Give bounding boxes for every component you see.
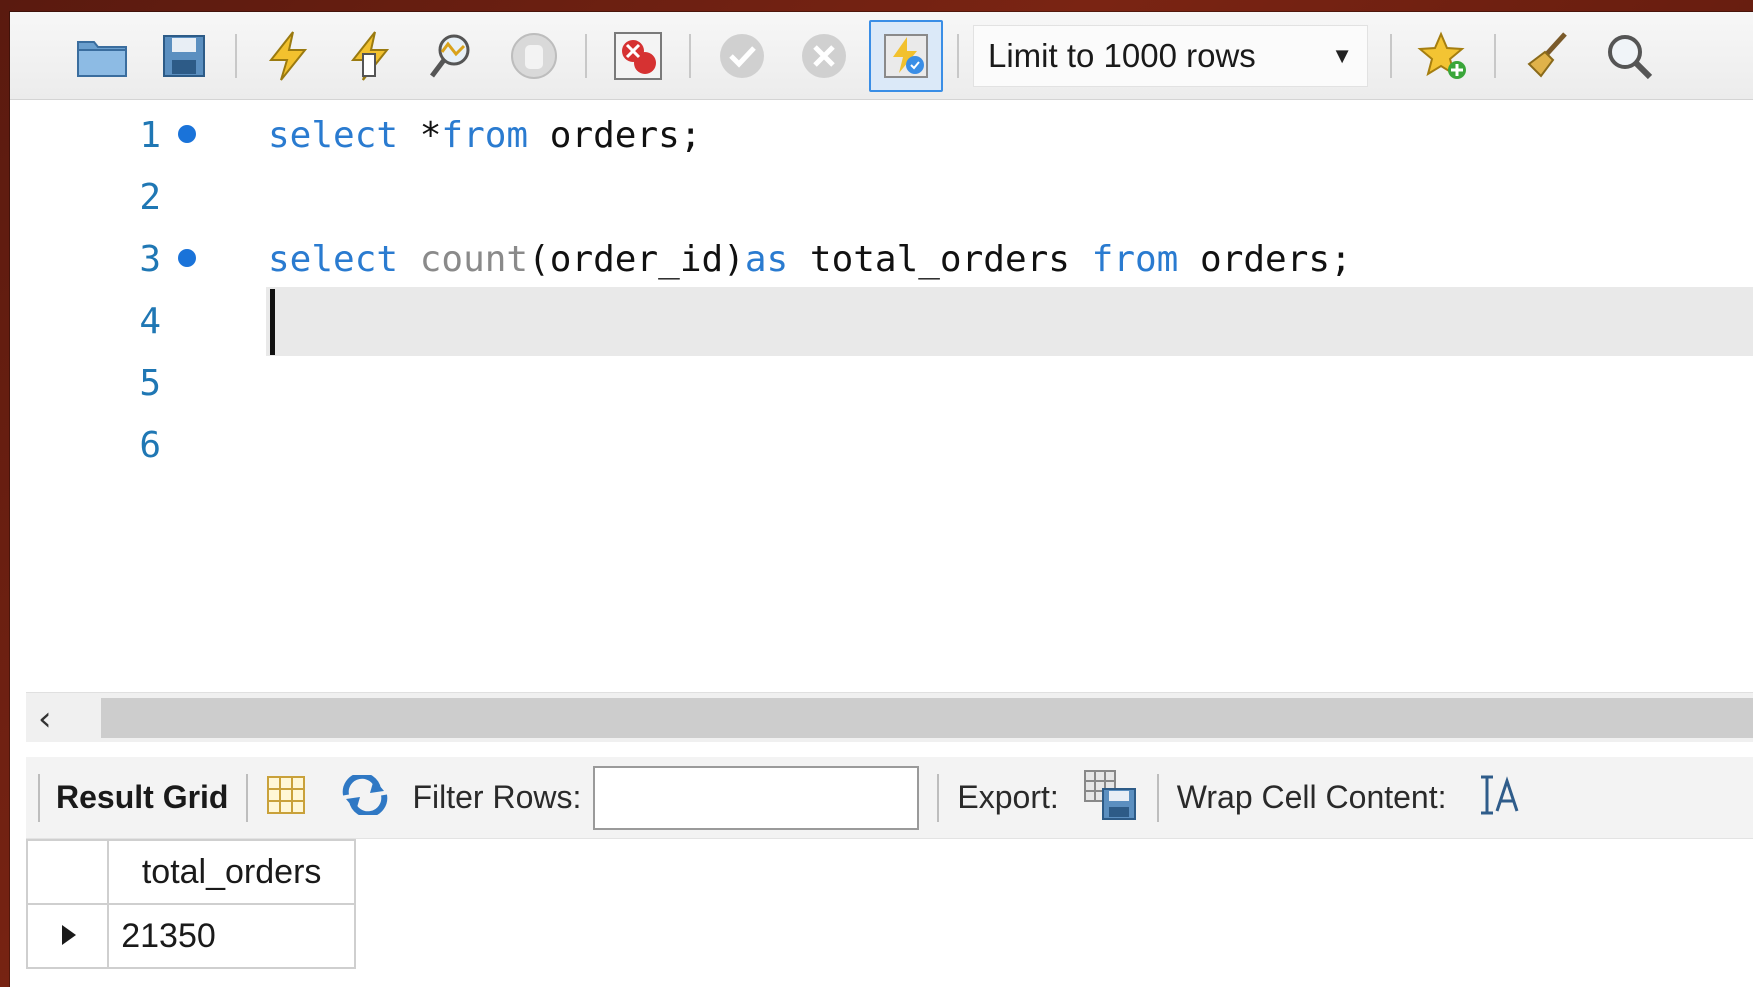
- column-header-total-orders[interactable]: total_orders: [107, 839, 356, 905]
- toolbar-separator: [937, 773, 940, 822]
- code-token: *: [398, 115, 442, 156]
- rollback-icon[interactable]: [787, 19, 861, 93]
- execute-icon[interactable]: [251, 19, 325, 93]
- open-folder-icon[interactable]: [65, 19, 139, 93]
- autocommit-icon[interactable]: [869, 19, 943, 92]
- editor-toolbar: Limit to 1000 rows ▼: [10, 12, 1753, 100]
- toggle-error-stop-icon[interactable]: [601, 19, 675, 93]
- toolbar-separator: [1390, 33, 1392, 78]
- code-token: from: [441, 115, 529, 156]
- toolbar-separator: [38, 773, 40, 822]
- export-icon[interactable]: [1083, 769, 1139, 826]
- line-number: 6: [139, 425, 161, 466]
- toolbar-separator: [957, 33, 959, 78]
- refresh-icon[interactable]: [340, 772, 390, 820]
- cell-total-orders[interactable]: 21350: [107, 903, 356, 969]
- code-token: from: [1091, 239, 1179, 280]
- sql-editor[interactable]: 1 select *from orders; 2 3 select count(orde…: [26, 100, 1753, 692]
- table-row[interactable]: 21350: [25, 903, 356, 969]
- line-number: 2: [139, 177, 161, 218]
- code-token: as: [744, 239, 789, 280]
- execute-current-icon[interactable]: [333, 19, 407, 93]
- scroll-left-icon[interactable]: ‹: [38, 699, 52, 739]
- save-icon[interactable]: [147, 19, 221, 93]
- line-number: 1: [139, 115, 161, 156]
- result-toolbar: Result Grid Filter Rows: Export: Wrap Ce…: [26, 757, 1753, 839]
- toolbar-separator: [1156, 773, 1159, 822]
- line-number: 3: [139, 239, 161, 280]
- add-snippet-icon[interactable]: [1406, 19, 1480, 93]
- explain-icon[interactable]: [415, 19, 489, 93]
- code-token: select: [268, 115, 399, 156]
- limit-rows-label: Limit to 1000 rows: [988, 36, 1256, 74]
- code-token: total_orders: [788, 239, 1092, 280]
- beautify-icon[interactable]: [1510, 19, 1584, 93]
- result-grid: total_orders 21350: [25, 839, 356, 987]
- limit-rows-select[interactable]: Limit to 1000 rows ▼: [973, 24, 1368, 87]
- filter-rows-label: Filter Rows:: [412, 779, 582, 815]
- result-grid-tab[interactable]: Result Grid: [56, 779, 228, 816]
- toolbar-separator: [1494, 33, 1496, 78]
- current-line-highlight: [266, 287, 1753, 356]
- filter-rows-input[interactable]: [593, 765, 920, 830]
- row-pointer-icon: [25, 903, 110, 969]
- line-number: 5: [139, 363, 161, 404]
- toolbar-separator: [235, 33, 237, 78]
- stop-icon[interactable]: [497, 19, 571, 93]
- toolbar-separator: [585, 33, 587, 78]
- find-icon[interactable]: [1592, 19, 1666, 93]
- grid-corner: [25, 839, 110, 905]
- sql-editor-panel: Limit to 1000 rows ▼ 1 select *from order…: [10, 12, 1753, 987]
- toolbar-separator: [689, 33, 691, 78]
- code-token: count: [419, 239, 529, 280]
- line-number: 4: [139, 301, 161, 342]
- code-line: select count(order_id)as total_orders fr…: [268, 239, 1352, 280]
- wrap-text-icon[interactable]: [1479, 773, 1519, 822]
- app-window: Limit to 1000 rows ▼ 1 select *from order…: [0, 0, 1753, 987]
- grid-view-icon[interactable]: [266, 775, 306, 820]
- wrap-cell-content-label: Wrap Cell Content:: [1176, 779, 1447, 815]
- scrollbar-thumb[interactable]: [101, 698, 1753, 738]
- statement-marker-icon[interactable]: [178, 125, 196, 143]
- commit-icon[interactable]: [705, 19, 779, 93]
- chevron-down-icon: ▼: [1331, 42, 1353, 68]
- code-token: (order_id): [528, 239, 745, 280]
- toolbar-separator: [246, 773, 249, 822]
- horizontal-scrollbar[interactable]: ‹: [26, 692, 1753, 742]
- code-token: select: [268, 239, 399, 280]
- code-line: select *from orders;: [268, 115, 702, 156]
- statement-marker-icon[interactable]: [178, 249, 196, 267]
- export-label: Export:: [957, 779, 1059, 815]
- code-token: orders;: [528, 115, 702, 156]
- text-caret: [270, 289, 275, 355]
- code-token: orders;: [1178, 239, 1352, 280]
